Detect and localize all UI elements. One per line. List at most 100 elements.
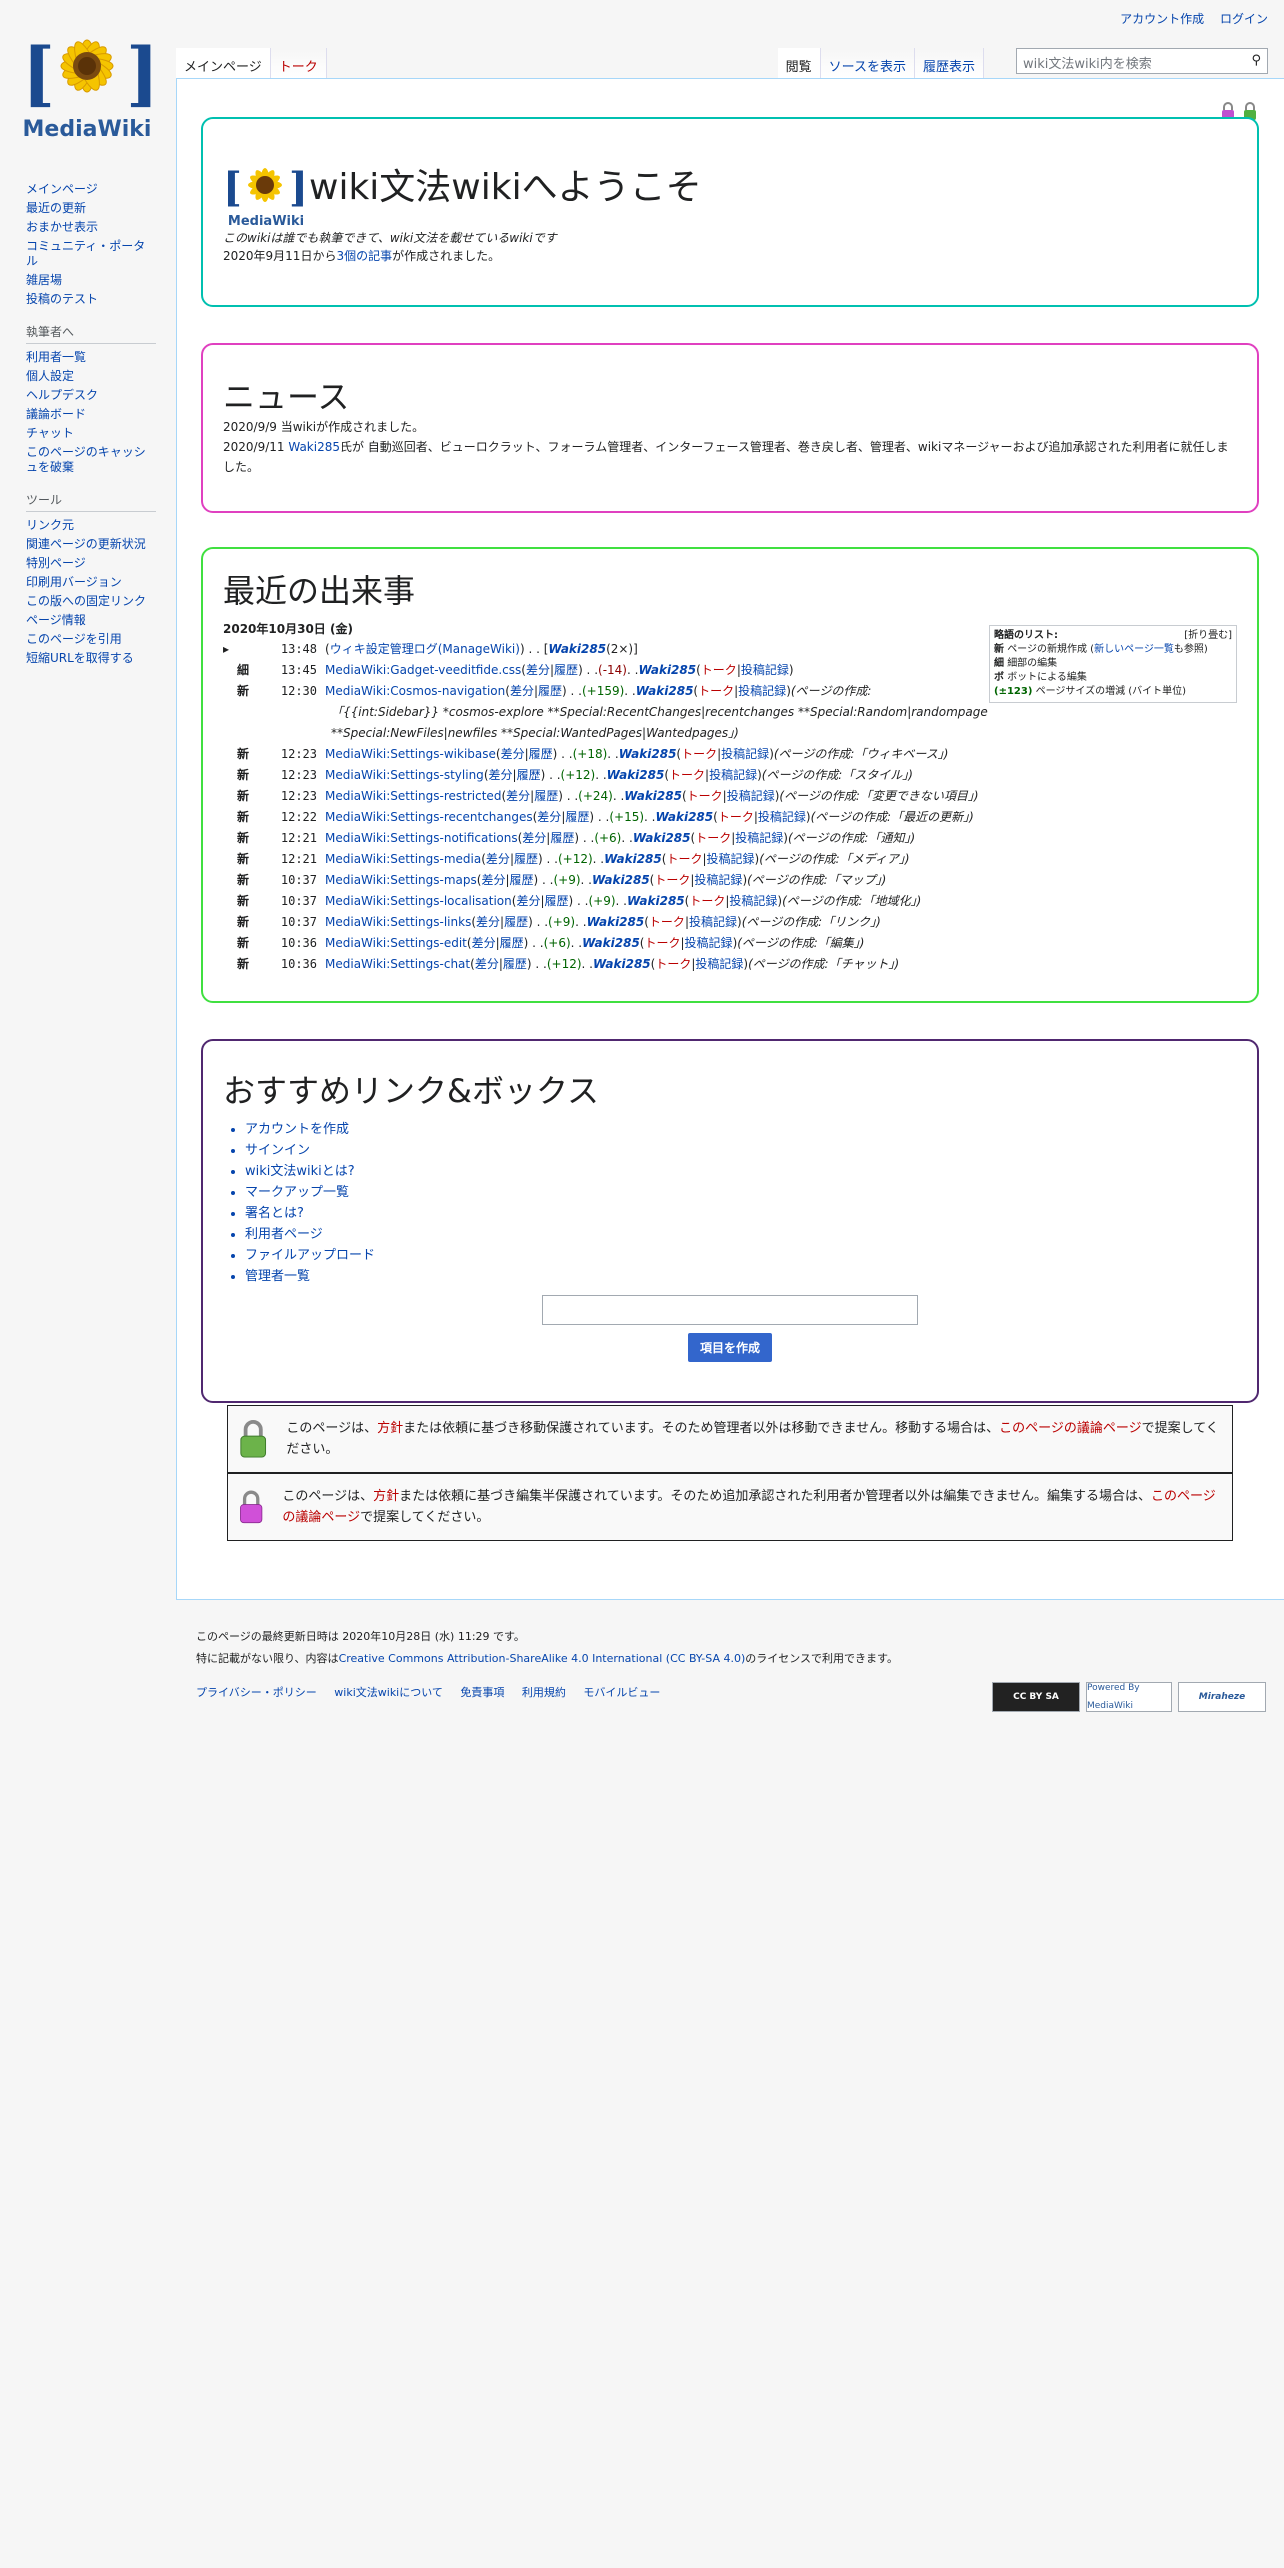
sidebar-item-related[interactable]: 関連ページの更新状況 — [26, 537, 156, 552]
row-user-link[interactable]: Waki285 — [593, 954, 651, 975]
row-page-link[interactable]: MediaWiki:Settings-edit — [325, 933, 467, 954]
row-talk-link[interactable]: トーク — [689, 891, 725, 912]
row-talk-link[interactable]: トーク — [669, 765, 705, 786]
list-item[interactable]: ファイルアップロード — [245, 1245, 1237, 1266]
row-history-link[interactable]: 履歴 — [554, 660, 578, 681]
row-talk-link[interactable]: トーク — [649, 912, 685, 933]
row-talk-link[interactable]: トーク — [681, 744, 717, 765]
news-user-link[interactable]: Waki285 — [288, 440, 340, 454]
row-diff-link[interactable]: 差分 — [476, 912, 500, 933]
row-diff-link[interactable]: 差分 — [506, 786, 530, 807]
row-diff-link[interactable]: 差分 — [489, 765, 513, 786]
row-page-link[interactable]: MediaWiki:Cosmos-navigation — [325, 681, 505, 702]
row-user-link[interactable]: Waki285 — [638, 660, 696, 681]
user-link[interactable]: Waki285 — [548, 639, 606, 660]
row-history-link[interactable]: 履歴 — [504, 912, 528, 933]
row-talk-link[interactable]: トーク — [698, 681, 734, 702]
sidebar-item-recent[interactable]: 最近の更新 — [26, 201, 156, 216]
legend-toggle[interactable]: [折り畳む] — [1184, 629, 1232, 643]
row-talk-link[interactable]: トーク — [654, 870, 690, 891]
sidebar-item-userlist[interactable]: 利用者一覧 — [26, 350, 156, 365]
row-page-link[interactable]: MediaWiki:Settings-recentchanges — [325, 807, 533, 828]
sidebar-item-cite[interactable]: このページを引用 — [26, 632, 156, 647]
row-contribs-link[interactable]: 投稿記録 — [709, 765, 757, 786]
login-link[interactable]: ログイン — [1220, 12, 1268, 26]
row-talk-link[interactable]: トーク — [695, 828, 731, 849]
row-history-link[interactable]: 履歴 — [517, 765, 541, 786]
miraheze-badge[interactable]: Miraheze — [1178, 1682, 1266, 1712]
row-page-link[interactable]: MediaWiki:Settings-restricted — [325, 786, 501, 807]
row-user-link[interactable]: Waki285 — [624, 786, 682, 807]
row-talk-link[interactable]: トーク — [687, 786, 723, 807]
row-talk-link[interactable]: トーク — [666, 849, 702, 870]
sidebar-item-board[interactable]: 議論ボード — [26, 407, 156, 422]
row-history-link[interactable]: 履歴 — [538, 681, 562, 702]
sidebar-item-info[interactable]: ページ情報 — [26, 613, 156, 628]
row-diff-link[interactable]: 差分 — [475, 954, 499, 975]
row-user-link[interactable]: Waki285 — [582, 933, 640, 954]
sidebar-item-shorturl[interactable]: 短縮URLを取得する — [26, 651, 156, 666]
row-diff-link[interactable]: 差分 — [510, 681, 534, 702]
row-history-link[interactable]: 履歴 — [550, 828, 574, 849]
footer-link-mobile[interactable]: モバイルビュー — [583, 1686, 660, 1699]
row-history-link[interactable]: 履歴 — [514, 849, 538, 870]
row-history-link[interactable]: 履歴 — [503, 954, 527, 975]
sidebar-item-village[interactable]: 雑居場 — [26, 273, 156, 288]
row-page-link[interactable]: MediaWiki:Settings-localisation — [325, 891, 512, 912]
row-contribs-link[interactable]: 投稿記録 — [735, 828, 783, 849]
row-talk-link[interactable]: トーク — [701, 660, 737, 681]
row-contribs-link[interactable]: 投稿記録 — [721, 744, 769, 765]
row-user-link[interactable]: Waki285 — [655, 807, 713, 828]
tab-read[interactable]: 閲覧 — [777, 48, 821, 78]
row-diff-link[interactable]: 差分 — [472, 933, 496, 954]
create-account-link[interactable]: アカウント作成 — [1120, 12, 1204, 26]
list-item[interactable]: 署名とは? — [245, 1203, 1237, 1224]
row-user-link[interactable]: Waki285 — [636, 681, 694, 702]
row-talk-link[interactable]: トーク — [644, 933, 680, 954]
row-contribs-link[interactable]: 投稿記録 — [738, 681, 786, 702]
sidebar-item-random[interactable]: おまかせ表示 — [26, 220, 156, 235]
row-contribs-link[interactable]: 投稿記録 — [707, 849, 755, 870]
list-item[interactable]: 管理者一覧 — [245, 1266, 1237, 1287]
row-diff-link[interactable]: 差分 — [526, 660, 550, 681]
sidebar-item-helpdesk[interactable]: ヘルプデスク — [26, 388, 156, 403]
row-history-link[interactable]: 履歴 — [565, 807, 589, 828]
row-contribs-link[interactable]: 投稿記録 — [758, 807, 806, 828]
row-history-link[interactable]: 履歴 — [545, 891, 569, 912]
sidebar-item-portal[interactable]: コミュニティ・ポータル — [26, 239, 156, 269]
list-item[interactable]: マークアップ一覧 — [245, 1182, 1237, 1203]
row-user-link[interactable]: Waki285 — [592, 870, 650, 891]
row-user-link[interactable]: Waki285 — [587, 912, 645, 933]
row-history-link[interactable]: 履歴 — [529, 744, 553, 765]
row-contribs-link[interactable]: 投稿記録 — [727, 786, 775, 807]
article-count-link[interactable]: 3個の記事 — [336, 249, 392, 263]
p1-policy-link[interactable]: 方針 — [377, 1421, 403, 1436]
row-contribs-link[interactable]: 投稿記録 — [689, 912, 737, 933]
row-contribs-link[interactable]: 投稿記録 — [695, 954, 743, 975]
row-page-link[interactable]: MediaWiki:Settings-chat — [325, 954, 470, 975]
row-page-link[interactable]: MediaWiki:Settings-maps — [325, 870, 477, 891]
sidebar-item-whatlinkshere[interactable]: リンク元 — [26, 518, 156, 533]
powered-by-mediawiki-badge[interactable]: Powered By MediaWiki — [1086, 1682, 1172, 1712]
row-diff-link[interactable]: 差分 — [516, 891, 540, 912]
footer-link-terms[interactable]: 利用規約 — [522, 1686, 566, 1699]
row-contribs-link[interactable]: 投稿記録 — [741, 660, 789, 681]
cc-license-badge[interactable]: CC BY SA — [992, 1682, 1080, 1712]
list-item[interactable]: サインイン — [245, 1140, 1237, 1161]
row-page-link[interactable]: MediaWiki:Settings-notifications — [325, 828, 518, 849]
p2-policy-link[interactable]: 方針 — [373, 1489, 399, 1504]
row-diff-link[interactable]: 差分 — [486, 849, 510, 870]
sidebar-item-special[interactable]: 特別ページ — [26, 556, 156, 571]
row-user-link[interactable]: Waki285 — [627, 891, 685, 912]
tab-talk[interactable]: トーク — [270, 48, 327, 78]
row-diff-link[interactable]: 差分 — [481, 870, 505, 891]
row-history-link[interactable]: 履歴 — [500, 933, 524, 954]
footer-link-about[interactable]: wiki文法wikiについて — [334, 1686, 443, 1699]
tab-history[interactable]: 履歴表示 — [914, 48, 984, 78]
list-item[interactable]: アカウントを作成 — [245, 1119, 1237, 1140]
license-link[interactable]: Creative Commons Attribution-ShareAlike … — [339, 1652, 746, 1665]
log-link[interactable]: ウィキ設定管理ログ — [330, 639, 438, 660]
managewiki-link[interactable]: (ManageWiki) — [438, 639, 520, 660]
p1-talk-link[interactable]: このページの議論ページ — [999, 1421, 1141, 1436]
row-page-link[interactable]: MediaWiki:Settings-media — [325, 849, 481, 870]
